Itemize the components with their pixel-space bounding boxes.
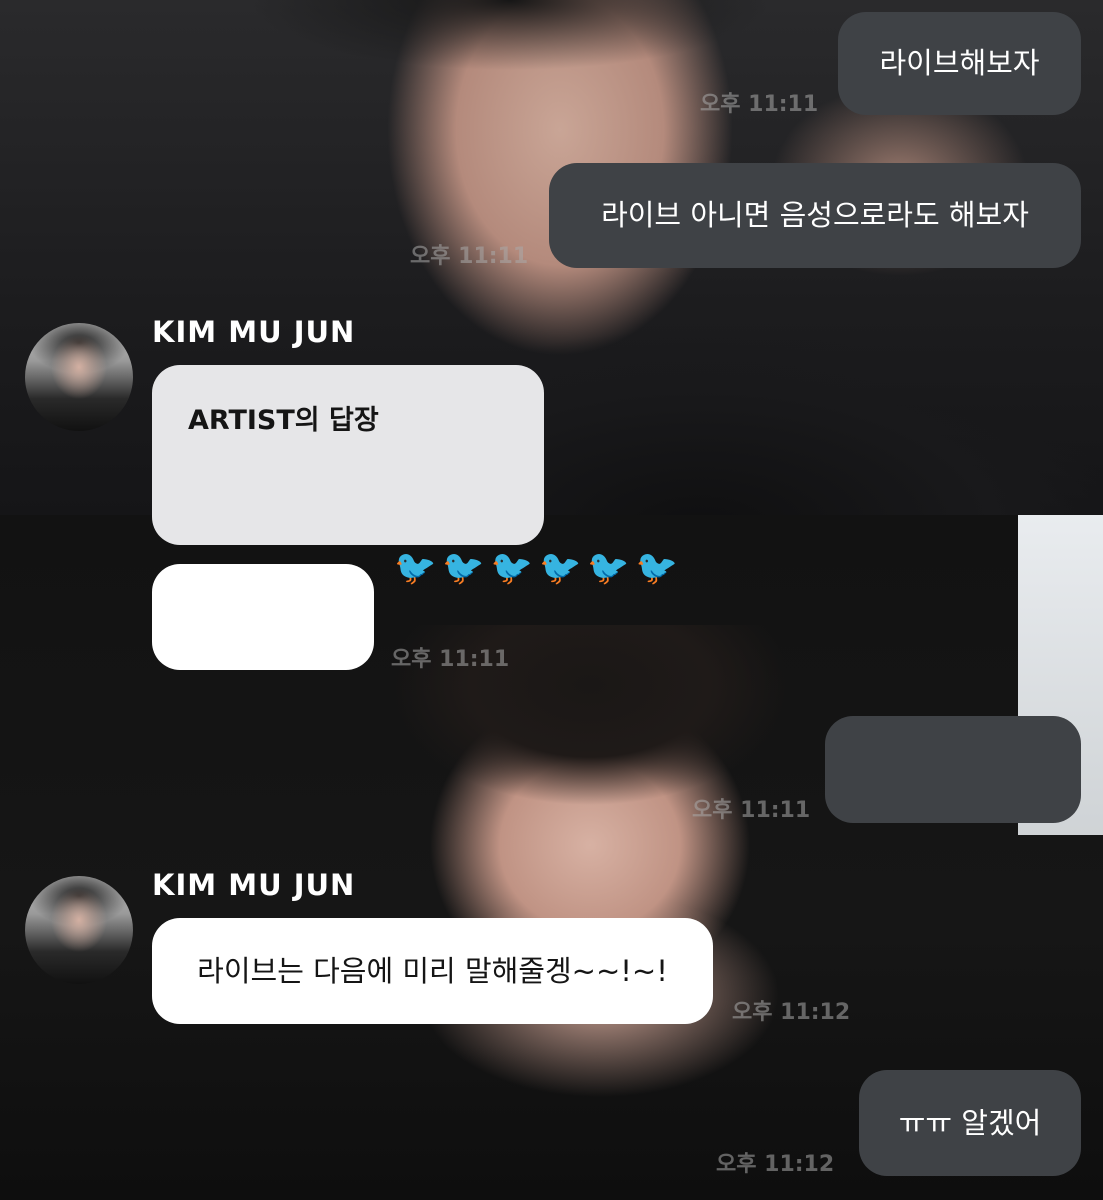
outgoing-message-bubble[interactable]: ㅠㅠ 알겠어 (859, 1070, 1081, 1176)
outgoing-message-bubble[interactable]: 라이브 아니면 음성으로라도 해보자 (549, 163, 1081, 268)
message-text: ㅠㅠ 알겠어 (898, 1105, 1042, 1140)
message-timestamp: 오후 11:11 (410, 244, 529, 269)
bird-icon: 🐦🐦🐦🐦🐦🐦 (394, 548, 685, 588)
message-timestamp: 오후 11:11 (391, 647, 510, 672)
sender-name: KIM MU JUN (152, 315, 356, 349)
photo-hair (250, 0, 770, 70)
message-timestamp: 오후 11:12 (732, 1000, 851, 1025)
message-text: 라이브해보자 (879, 46, 1040, 80)
incoming-message-bubble[interactable] (152, 564, 374, 670)
artist-avatar[interactable] (25, 876, 133, 984)
outgoing-message-bubble[interactable] (825, 716, 1081, 823)
artist-avatar[interactable] (25, 323, 133, 431)
message-timestamp: 오후 11:11 (692, 798, 811, 823)
incoming-message-bubble[interactable]: 라이브는 다음에 미리 말해줄겡~~!~! (152, 918, 713, 1024)
sender-name: KIM MU JUN (152, 868, 356, 902)
message-text: 라이브는 다음에 미리 말해줄겡~~!~! (197, 953, 668, 988)
message-timestamp: 오후 11:11 (700, 92, 819, 117)
message-timestamp: 오후 11:12 (716, 1152, 835, 1177)
artist-reply-title: ARTIST의 답장 (188, 405, 379, 436)
outgoing-message-bubble[interactable]: 라이브해보자 (838, 12, 1081, 115)
message-text: 라이브 아니면 음성으로라도 해보자 (601, 198, 1029, 232)
artist-reply-card[interactable]: ARTIST의 답장 (152, 365, 544, 545)
